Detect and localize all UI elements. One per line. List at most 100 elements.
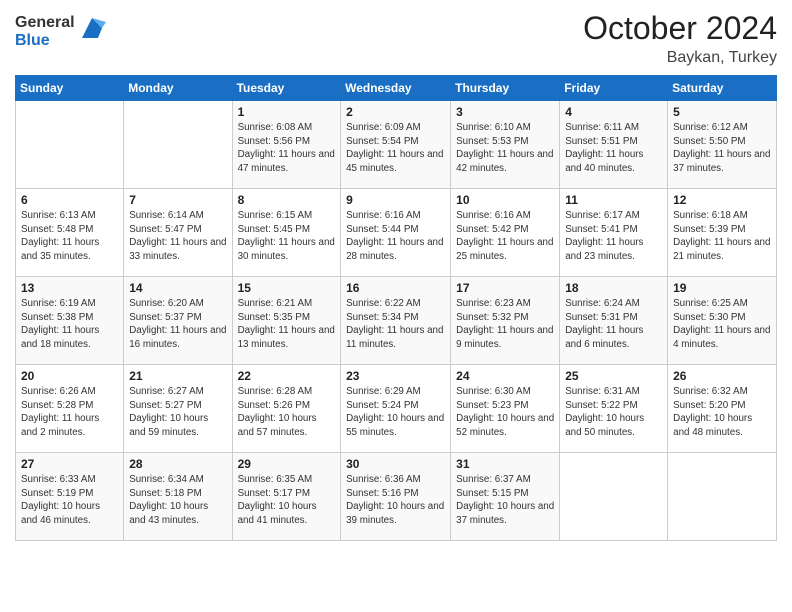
day-cell-3-4: 24 Sunrise: 6:30 AM Sunset: 5:23 PM Dayli… [451,365,560,453]
day-number: 2 [346,105,445,119]
day-cell-2-6: 19Sunrise: 6:25 AM Sunset: 5:30 PM Dayli… [668,277,777,365]
day-number: 17 [456,281,554,295]
day-info: Sunrise: 6:11 AM Sunset: 5:51 PM Dayligh… [565,121,662,176]
header-friday: Friday [560,76,668,101]
day-number: 18 [565,281,662,295]
day-info: Sunrise: 6:08 AM Sunset: 5:56 PM Dayligh… [238,121,336,176]
day-number: 14 [129,281,226,295]
day-cell-4-6 [668,453,777,541]
day-cell-4-4: 31 Sunrise: 6:37 AM Sunset: 5:15 PM Dayli… [451,453,560,541]
day-info: Sunrise: 6:24 AM Sunset: 5:31 PM Dayligh… [565,297,662,352]
logo-icon [78,14,106,42]
day-cell-3-1: 21Sunrise: 6:27 AM Sunset: 5:27 PM Dayli… [124,365,232,453]
day-cell-2-1: 14 Sunrise: 6:20 AM Sunset: 5:37 PM Dayli… [124,277,232,365]
logo-blue: Blue [15,32,75,50]
day-cell-0-2: 1 Sunrise: 6:08 AM Sunset: 5:56 PM Daylig… [232,101,341,189]
day-number: 8 [238,193,336,207]
day-number: 31 [456,457,554,471]
day-info: Sunrise: 6:17 AM Sunset: 5:41 PM Dayligh… [565,209,662,264]
week-row-3: 13 Sunrise: 6:19 AM Sunset: 5:38 PM Dayli… [16,277,777,365]
day-number: 20 [21,369,118,383]
header-monday: Monday [124,76,232,101]
day-info: Sunrise: 6:34 AM Sunset: 5:18 PM Dayligh… [129,473,226,528]
day-number: 5 [673,105,771,119]
logo: General Blue [15,14,106,49]
header: General Blue October 2024 Baykan, Turkey [15,10,777,67]
day-cell-3-6: 26 Sunrise: 6:32 AM Sunset: 5:20 PM Dayli… [668,365,777,453]
day-info: Sunrise: 6:36 AM Sunset: 5:16 PM Dayligh… [346,473,445,528]
day-number: 28 [129,457,226,471]
day-cell-1-6: 12 Sunrise: 6:18 AM Sunset: 5:39 PM Dayli… [668,189,777,277]
day-cell-1-0: 6Sunrise: 6:13 AM Sunset: 5:48 PM Daylig… [16,189,124,277]
day-number: 26 [673,369,771,383]
header-wednesday: Wednesday [341,76,451,101]
day-info: Sunrise: 6:18 AM Sunset: 5:39 PM Dayligh… [673,209,771,264]
day-number: 1 [238,105,336,119]
day-number: 10 [456,193,554,207]
day-info: Sunrise: 6:09 AM Sunset: 5:54 PM Dayligh… [346,121,445,176]
day-number: 19 [673,281,771,295]
week-row-2: 6Sunrise: 6:13 AM Sunset: 5:48 PM Daylig… [16,189,777,277]
day-info: Sunrise: 6:20 AM Sunset: 5:37 PM Dayligh… [129,297,226,352]
title-block: October 2024 Baykan, Turkey [583,10,777,67]
day-info: Sunrise: 6:19 AM Sunset: 5:38 PM Dayligh… [21,297,118,352]
day-info: Sunrise: 6:23 AM Sunset: 5:32 PM Dayligh… [456,297,554,352]
day-number: 11 [565,193,662,207]
day-number: 4 [565,105,662,119]
day-cell-4-1: 28 Sunrise: 6:34 AM Sunset: 5:18 PM Dayli… [124,453,232,541]
day-info: Sunrise: 6:30 AM Sunset: 5:23 PM Dayligh… [456,385,554,440]
day-number: 3 [456,105,554,119]
day-cell-1-1: 7Sunrise: 6:14 AM Sunset: 5:47 PM Daylig… [124,189,232,277]
day-cell-3-5: 25 Sunrise: 6:31 AM Sunset: 5:22 PM Dayli… [560,365,668,453]
day-cell-2-3: 16Sunrise: 6:22 AM Sunset: 5:34 PM Dayli… [341,277,451,365]
day-number: 25 [565,369,662,383]
day-info: Sunrise: 6:10 AM Sunset: 5:53 PM Dayligh… [456,121,554,176]
day-number: 13 [21,281,118,295]
week-row-4: 20 Sunrise: 6:26 AM Sunset: 5:28 PM Dayli… [16,365,777,453]
day-cell-2-2: 15 Sunrise: 6:21 AM Sunset: 5:35 PM Dayli… [232,277,341,365]
day-cell-4-0: 27Sunrise: 6:33 AM Sunset: 5:19 PM Dayli… [16,453,124,541]
day-number: 12 [673,193,771,207]
calendar: Sunday Monday Tuesday Wednesday Thursday… [15,75,777,541]
day-cell-4-3: 30 Sunrise: 6:36 AM Sunset: 5:16 PM Dayli… [341,453,451,541]
day-info: Sunrise: 6:28 AM Sunset: 5:26 PM Dayligh… [238,385,336,440]
day-cell-0-6: 5 Sunrise: 6:12 AM Sunset: 5:50 PM Daylig… [668,101,777,189]
header-thursday: Thursday [451,76,560,101]
day-number: 16 [346,281,445,295]
day-info: Sunrise: 6:15 AM Sunset: 5:45 PM Dayligh… [238,209,336,264]
day-info: Sunrise: 6:31 AM Sunset: 5:22 PM Dayligh… [565,385,662,440]
day-cell-1-4: 10 Sunrise: 6:16 AM Sunset: 5:42 PM Dayli… [451,189,560,277]
day-number: 21 [129,369,226,383]
logo-text: General Blue [15,14,75,49]
day-info: Sunrise: 6:16 AM Sunset: 5:44 PM Dayligh… [346,209,445,264]
day-cell-3-2: 22 Sunrise: 6:28 AM Sunset: 5:26 PM Dayli… [232,365,341,453]
day-info: Sunrise: 6:26 AM Sunset: 5:28 PM Dayligh… [21,385,118,440]
month-title: October 2024 [583,10,777,47]
day-info: Sunrise: 6:16 AM Sunset: 5:42 PM Dayligh… [456,209,554,264]
day-info: Sunrise: 6:21 AM Sunset: 5:35 PM Dayligh… [238,297,336,352]
day-cell-0-4: 3 Sunrise: 6:10 AM Sunset: 5:53 PM Daylig… [451,101,560,189]
day-number: 24 [456,369,554,383]
day-info: Sunrise: 6:12 AM Sunset: 5:50 PM Dayligh… [673,121,771,176]
day-number: 22 [238,369,336,383]
day-number: 30 [346,457,445,471]
day-number: 27 [21,457,118,471]
day-cell-1-2: 8 Sunrise: 6:15 AM Sunset: 5:45 PM Daylig… [232,189,341,277]
day-cell-0-0 [16,101,124,189]
day-cell-3-0: 20 Sunrise: 6:26 AM Sunset: 5:28 PM Dayli… [16,365,124,453]
day-info: Sunrise: 6:32 AM Sunset: 5:20 PM Dayligh… [673,385,771,440]
day-cell-0-1 [124,101,232,189]
day-info: Sunrise: 6:14 AM Sunset: 5:47 PM Dayligh… [129,209,226,264]
day-number: 15 [238,281,336,295]
day-info: Sunrise: 6:37 AM Sunset: 5:15 PM Dayligh… [456,473,554,528]
header-tuesday: Tuesday [232,76,341,101]
day-cell-4-5 [560,453,668,541]
day-cell-4-2: 29Sunrise: 6:35 AM Sunset: 5:17 PM Dayli… [232,453,341,541]
logo-general: General [15,14,75,32]
day-info: Sunrise: 6:29 AM Sunset: 5:24 PM Dayligh… [346,385,445,440]
day-number: 6 [21,193,118,207]
calendar-header-row: Sunday Monday Tuesday Wednesday Thursday… [16,76,777,101]
day-info: Sunrise: 6:35 AM Sunset: 5:17 PM Dayligh… [238,473,336,528]
day-cell-1-5: 11 Sunrise: 6:17 AM Sunset: 5:41 PM Dayli… [560,189,668,277]
day-number: 9 [346,193,445,207]
